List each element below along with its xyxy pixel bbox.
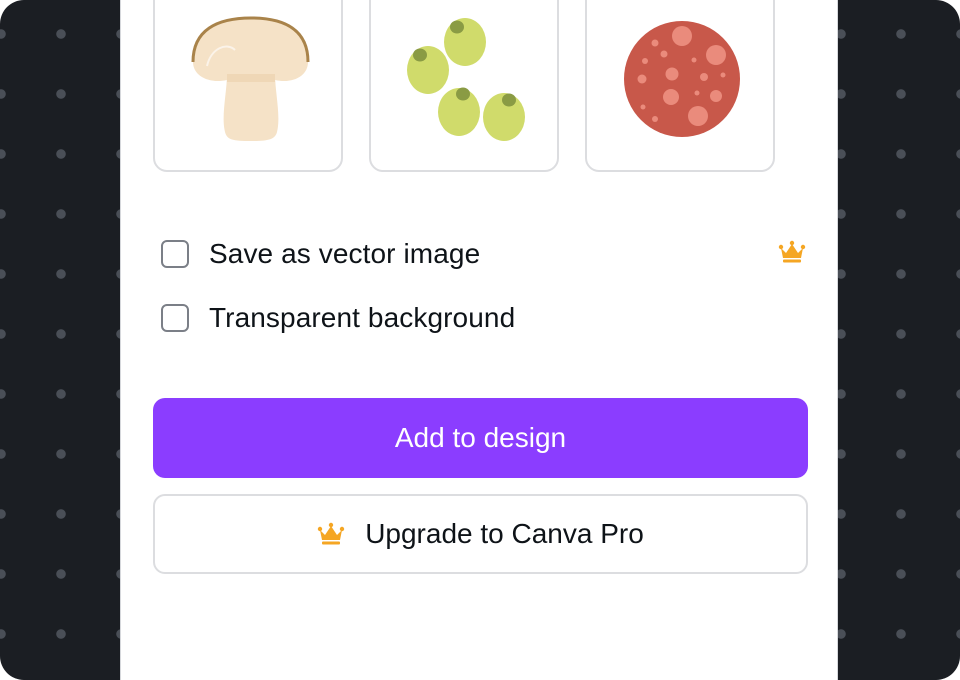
crown-icon <box>778 240 806 269</box>
pepperoni-icon <box>624 21 740 137</box>
image-options-panel: Save as vector image Transparent backgro… <box>120 0 838 680</box>
save-as-vector-checkbox[interactable] <box>161 240 189 268</box>
save-as-vector-option[interactable]: Save as vector image <box>161 236 806 272</box>
add-to-design-button[interactable]: Add to design <box>153 398 808 478</box>
upgrade-to-canva-pro-button[interactable]: Upgrade to Canva Pro <box>153 494 808 574</box>
mushroom-icon <box>191 16 310 141</box>
thumbnail-mushroom[interactable] <box>153 0 343 172</box>
green-olives-icon <box>407 18 525 141</box>
save-as-vector-label: Save as vector image <box>209 238 481 269</box>
upgrade-button-label: Upgrade to Canva Pro <box>365 518 644 549</box>
transparent-background-label: Transparent background <box>209 302 516 333</box>
transparent-background-checkbox[interactable] <box>161 304 189 332</box>
thumbnail-green-olives[interactable] <box>369 0 559 172</box>
backdrop: Save as vector image Transparent backgro… <box>0 0 960 680</box>
thumbnail-pepperoni[interactable] <box>585 0 775 172</box>
transparent-background-option[interactable]: Transparent background <box>161 300 806 336</box>
crown-icon <box>317 522 345 546</box>
